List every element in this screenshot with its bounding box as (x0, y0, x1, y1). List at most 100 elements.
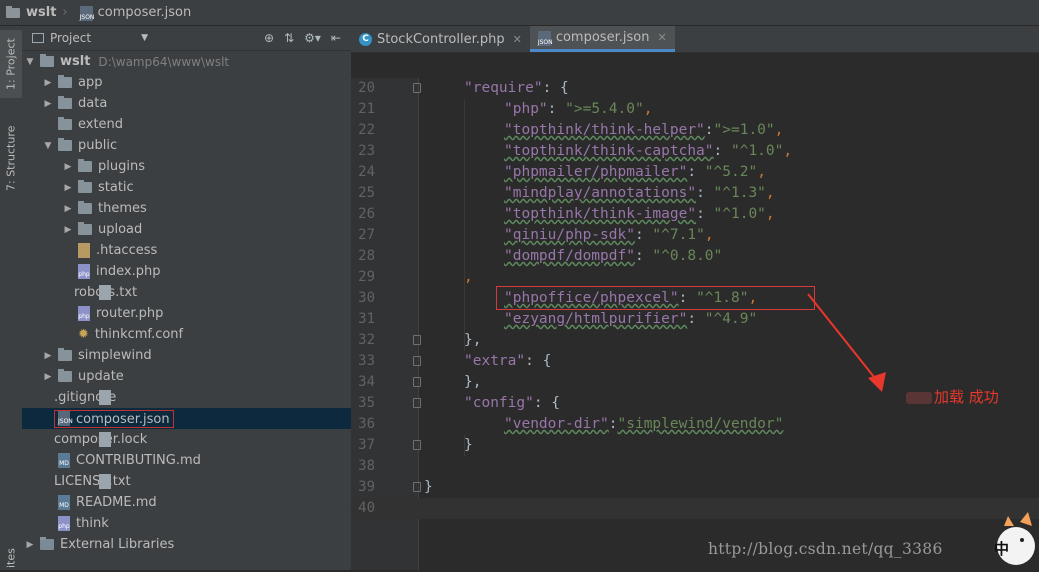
tree-item-htaccess[interactable]: .htaccess (22, 240, 351, 261)
json-punctuation: : { (533, 395, 561, 411)
tab-structure-tool[interactable]: 7: Structure (0, 118, 22, 198)
collapse-arrow-icon[interactable]: ▶ (62, 162, 74, 172)
code-text: }, (424, 330, 481, 351)
structure-tool-label: 7: Structure (4, 125, 18, 191)
collapse-arrow-icon[interactable]: ▶ (62, 183, 74, 193)
tree-item-plugins[interactable]: ▶ plugins (22, 156, 351, 177)
code-text: "mindplay/annotations": "^1.3", (424, 183, 775, 204)
tree-item-readme-md[interactable]: MD README.md (22, 492, 351, 513)
line-number: 38 (358, 458, 375, 474)
project-panel-title[interactable]: Project (50, 31, 91, 45)
folder-icon (58, 75, 72, 88)
tree-item-license-txt[interactable]: LICENSE.txt (22, 471, 351, 492)
tree-item-label: app (78, 75, 103, 90)
code-line: 39} (351, 477, 1039, 498)
php-file-icon: php (58, 516, 70, 531)
line-number: 23 (358, 143, 375, 159)
locate-file-icon[interactable]: ⊕ (264, 31, 274, 45)
code-line: 37} (351, 435, 1039, 456)
json-punctuation: } (424, 479, 433, 495)
json-value: "^1.0" (713, 206, 766, 222)
tree-item-extend[interactable]: extend (22, 114, 351, 135)
tab-label: composer.json (555, 30, 650, 45)
tree-item-router-php[interactable]: php router.php (22, 303, 351, 324)
tree-item-public[interactable]: ▼ public (22, 135, 351, 156)
expand-arrow-icon[interactable]: ▼ (42, 141, 54, 151)
tab-composer-json[interactable]: JSON composer.json ✕ (529, 26, 675, 52)
tree-item-themes[interactable]: ▶ themes (22, 198, 351, 219)
json-file-icon: JSON (537, 31, 553, 46)
collapse-all-icon[interactable]: ⇅ (284, 31, 294, 45)
fold-marker-icon[interactable] (413, 335, 421, 345)
json-punctuation: : { (525, 353, 552, 369)
project-panel: Project ▼ ⊕ ⇅ ⚙▾ ⇤ ▼ wslt D:\wamp64\www\… (22, 26, 351, 570)
tree-item-robots-txt[interactable]: robots.txt (22, 282, 351, 303)
code-text: "topthink/think-captcha": "^1.0", (424, 141, 792, 162)
tree-item-external-libraries[interactable]: ▶ External Libraries (22, 534, 351, 555)
tree-item-label: plugins (98, 159, 145, 174)
tree-root[interactable]: ▼ wslt D:\wamp64\www\wslt (22, 51, 351, 72)
collapse-arrow-icon[interactable]: ▶ (62, 204, 74, 214)
tree-item-static[interactable]: ▶ static (22, 177, 351, 198)
json-file-icon: JSON (58, 410, 73, 426)
annotation-label: 加载 成功 (934, 388, 999, 406)
hide-panel-icon[interactable]: ⇤ (331, 31, 341, 45)
tree-item-label: simplewind (78, 348, 152, 363)
tree-item-gitignore[interactable]: .gitignore (22, 387, 351, 408)
tree-item-app[interactable]: ▶ app (22, 72, 351, 93)
fold-marker-icon[interactable] (413, 440, 421, 450)
annotation-text: 加载 成功 (906, 386, 999, 407)
tree-item-contributing-md[interactable]: MD CONTRIBUTING.md (22, 450, 351, 471)
tree-item-update[interactable]: ▶ update (22, 366, 351, 387)
tab-favorites-tool[interactable]: ites (0, 546, 22, 570)
breadcrumb-project[interactable]: wslt › (0, 0, 74, 26)
json-punctuation: }, (464, 332, 482, 348)
collapse-arrow-icon[interactable]: ▶ (42, 351, 54, 361)
expand-arrow-icon[interactable]: ▼ (24, 57, 36, 67)
json-punctuation: : (696, 185, 714, 201)
code-line: 28 "dompdf/dompdf": "^0.8.0" (351, 246, 1039, 267)
json-value: ">=5.4.0" (565, 101, 644, 117)
close-tab-icon[interactable]: ✕ (657, 31, 666, 44)
tree-item-thinkcmf-conf[interactable]: ✹ thinkcmf.conf (22, 324, 351, 345)
tree-item-index-php[interactable]: php index.php (22, 261, 351, 282)
fold-marker-icon[interactable] (413, 356, 421, 366)
json-comma: , (765, 185, 775, 201)
tree-item-composer-json[interactable]: JSON composer.json (22, 408, 351, 429)
fold-marker-icon[interactable] (413, 83, 421, 93)
json-value: ">=1.0" (713, 122, 775, 138)
json-punctuation: : (634, 248, 653, 264)
tree-item-simplewind[interactable]: ▶ simplewind (22, 345, 351, 366)
close-tab-icon[interactable]: ✕ (513, 33, 522, 46)
collapse-arrow-icon[interactable]: ▶ (42, 99, 54, 109)
settings-gear-icon[interactable]: ⚙▾ (304, 31, 321, 45)
collapse-arrow-icon[interactable]: ▶ (24, 540, 36, 550)
line-number: 35 (358, 395, 375, 411)
json-comma: , (643, 101, 653, 117)
tab-stock-controller[interactable]: C StockController.php ✕ (351, 26, 530, 52)
tree-item-data[interactable]: ▶ data (22, 93, 351, 114)
code-text: , (424, 267, 473, 288)
tree-item-think[interactable]: php think (22, 513, 351, 534)
project-view-icon (32, 33, 44, 43)
json-punctuation: } (464, 437, 473, 453)
tab-project-tool[interactable]: 1: Project (0, 30, 22, 98)
json-punctuation: : (547, 101, 566, 117)
fold-marker-icon[interactable] (413, 377, 421, 387)
collapse-arrow-icon[interactable]: ▶ (62, 225, 74, 235)
tree-item-composer-lock[interactable]: composer.lock (22, 429, 351, 450)
markdown-file-icon: MD (58, 495, 70, 510)
collapse-arrow-icon[interactable]: ▶ (42, 78, 54, 88)
dropdown-arrow-icon[interactable]: ▼ (141, 33, 148, 43)
fold-marker-icon[interactable] (413, 482, 421, 492)
breadcrumb-file[interactable]: JSON composer.json (74, 0, 198, 26)
ime-indicator[interactable]: 中 (992, 510, 1037, 568)
project-tool-label: 1: Project (4, 38, 18, 90)
markdown-file-icon: MD (58, 453, 70, 468)
redacted-text (906, 391, 932, 404)
collapse-arrow-icon[interactable]: ▶ (42, 372, 54, 382)
fold-marker-icon[interactable] (413, 398, 421, 408)
code-line: 25 "mindplay/annotations": "^1.3", (351, 183, 1039, 204)
tab-label: StockController.php (377, 31, 505, 47)
tree-item-upload[interactable]: ▶ upload (22, 219, 351, 240)
